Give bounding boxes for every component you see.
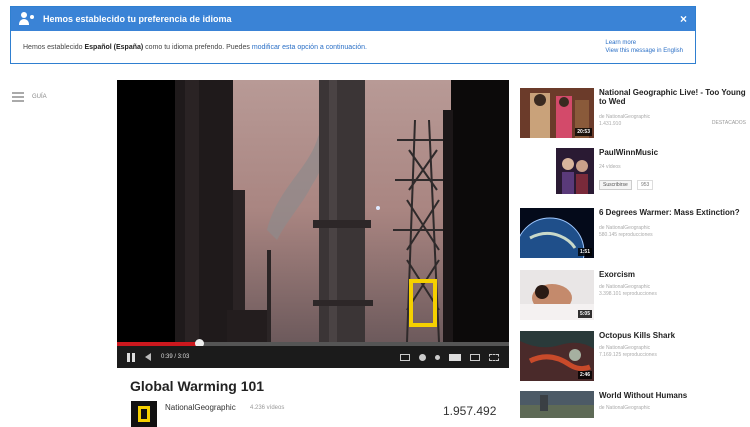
related-video-item[interactable]: 20:53 National Geographic Live! - Too Yo… <box>520 88 748 144</box>
player-controls: 0:39 / 3:03 <box>117 346 509 368</box>
video-frame[interactable] <box>117 80 509 342</box>
related-video-title[interactable]: 6 Degrees Warmer: Mass Extinction? <box>599 208 747 217</box>
video-thumbnail[interactable]: 20:53 <box>520 88 594 138</box>
guide-label: GUÍA <box>32 94 47 100</box>
video-duration: 1:51 <box>577 248 592 256</box>
video-duration: 20:53 <box>575 128 592 136</box>
related-channel-videos: 24 vídeos <box>599 164 621 170</box>
related-video-item[interactable]: 1:51 6 Degrees Warmer: Mass Extinction? … <box>520 208 748 264</box>
video-thumbnail[interactable]: 1:51 <box>520 208 594 258</box>
related-video-title[interactable]: World Without Humans <box>599 391 747 400</box>
settings-icon[interactable] <box>419 353 426 361</box>
related-video-byline: de NationalGeographic <box>599 225 651 231</box>
channel-thumbnail[interactable] <box>556 148 594 194</box>
video-duration: 2:46 <box>577 371 592 379</box>
large-player-icon[interactable] <box>470 353 480 361</box>
video-player[interactable]: 0:39 / 3:03 <box>117 80 509 368</box>
body-middle: como tu idioma prefendo. Puedes <box>145 43 250 51</box>
language-notification: Hemos establecido tu preferencia de idio… <box>10 6 696 64</box>
related-video-item[interactable]: 2:46 Octopus Kills Shark de NationalGeog… <box>520 331 748 387</box>
view-english-link[interactable]: View this message in English <box>605 47 683 55</box>
view-count: 1.957.492 <box>443 404 497 418</box>
learn-more-link[interactable]: Learn more <box>605 39 683 47</box>
video-duration: 5:05 <box>577 310 592 318</box>
related-video-views: 3.398.101 reproducciones <box>599 291 657 297</box>
related-channel-title[interactable]: PaulWinnMusic <box>599 148 747 157</box>
related-video-views: 580.145 reproducciones <box>599 232 653 238</box>
small-player-icon[interactable] <box>449 353 461 361</box>
video-title: Global Warming 101 <box>130 378 265 394</box>
language-notification-title: Hemos establecido tu preferencia de idio… <box>43 14 232 24</box>
language-notification-header: Hemos establecido tu preferencia de idio… <box>11 7 695 31</box>
related-video-views: 7.169.125 reproducciones <box>599 352 657 358</box>
related-channel-item[interactable]: PaulWinnMusic 24 vídeos Suscribirse 953 <box>520 148 748 204</box>
related-video-views: 1.431.910 <box>599 121 622 127</box>
guide-menu-icon <box>12 92 24 102</box>
related-video-title[interactable]: National Geographic Live! - Too Young to… <box>599 88 747 106</box>
video-thumbnail[interactable]: 2:46 <box>520 331 594 381</box>
related-video-title[interactable]: Exorcism <box>599 270 747 279</box>
video-still-industrial-chimneys <box>117 80 509 342</box>
volume-icon[interactable] <box>145 353 151 361</box>
guide-button[interactable]: GUÍA <box>12 92 47 102</box>
captions-icon[interactable] <box>400 353 410 361</box>
language-links: Learn more View this message in English <box>605 39 683 55</box>
related-video-byline: de NationalGeographic <box>599 114 651 120</box>
featured-badge: DESTACADOS <box>711 120 746 126</box>
selected-language: Español (España) <box>84 43 144 51</box>
fullscreen-icon[interactable] <box>489 353 499 361</box>
subscriber-count: 953 <box>637 180 654 190</box>
user-language-icon <box>19 12 35 26</box>
video-thumbnail[interactable]: 5:05 <box>520 270 594 320</box>
channel-logo[interactable] <box>131 401 157 427</box>
language-notification-body: Hemos establecido Español (España) como … <box>11 31 695 63</box>
related-video-byline: de NationalGeographic <box>599 284 651 290</box>
related-video-title[interactable]: Octopus Kills Shark <box>599 331 747 340</box>
time-display: 0:39 / 3:03 <box>161 354 190 360</box>
related-video-byline: de NationalGeographic <box>599 405 651 411</box>
close-icon[interactable]: × <box>680 12 687 26</box>
channel-name[interactable]: NationalGeographic <box>165 403 236 412</box>
subscribe-button[interactable]: Suscribirse <box>599 180 632 190</box>
language-notification-text: Hemos establecido Español (España) como … <box>23 44 367 51</box>
pause-icon[interactable] <box>127 352 135 362</box>
channel-video-count: 4.236 vídeos <box>250 405 285 411</box>
video-thumbnail[interactable] <box>520 391 594 418</box>
change-language-link[interactable]: modificar esta opción a continuación. <box>252 44 367 51</box>
related-video-item[interactable]: World Without Humans de NationalGeograph… <box>520 391 748 418</box>
related-video-item[interactable]: 5:05 Exorcism de NationalGeographic 3.39… <box>520 270 748 326</box>
body-prefix: Hemos establecido <box>23 43 83 51</box>
related-video-byline: de NationalGeographic <box>599 345 651 351</box>
annotations-icon[interactable] <box>435 354 440 360</box>
